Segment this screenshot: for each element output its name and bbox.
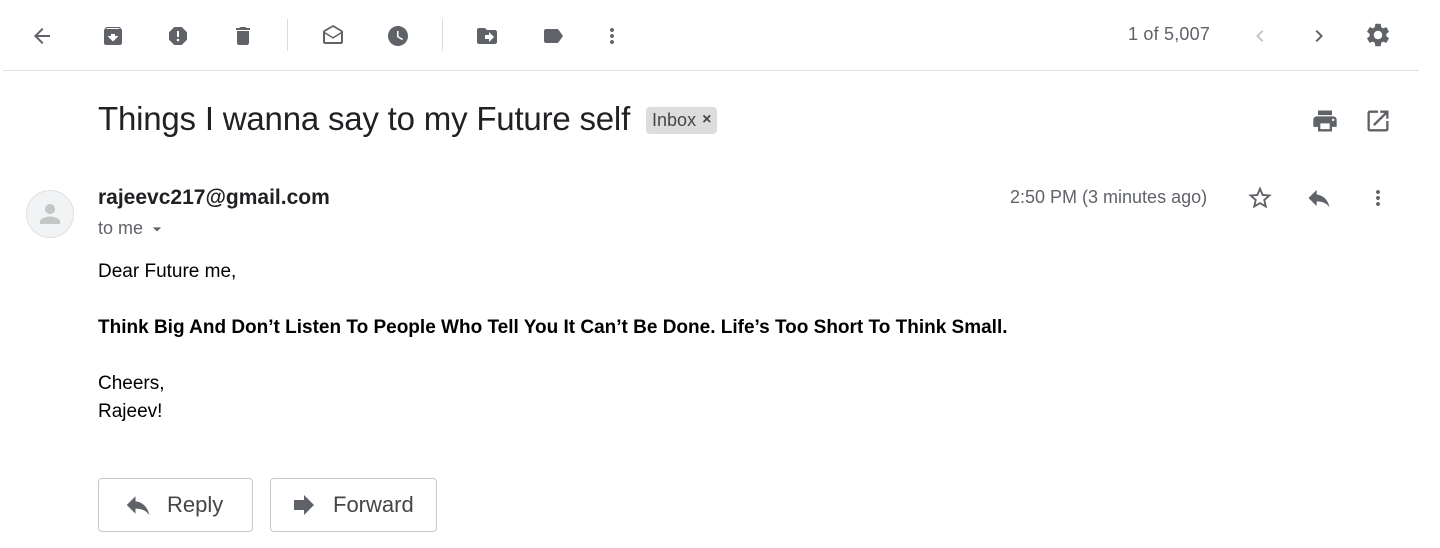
toolbar-divider xyxy=(442,19,443,51)
message-body: Dear Future me, Think Big And Don’t List… xyxy=(98,258,1008,426)
reply-button-label: Reply xyxy=(167,492,224,517)
newer-chevron-icon[interactable] xyxy=(1240,16,1280,56)
print-icon[interactable] xyxy=(1305,101,1345,141)
label-icon[interactable] xyxy=(533,16,573,56)
more-vert-icon[interactable] xyxy=(592,16,632,56)
star-icon[interactable] xyxy=(1240,178,1280,218)
mark-unread-icon[interactable] xyxy=(313,16,353,56)
sender-email[interactable]: rajeevc217@gmail.com xyxy=(98,186,330,210)
move-to-icon[interactable] xyxy=(467,16,507,56)
toolbar-divider xyxy=(287,19,288,51)
message-count: 1 of 5,007 xyxy=(1128,24,1211,44)
reply-icon xyxy=(126,496,150,515)
label-chip-text: Inbox xyxy=(652,109,697,130)
email-subject: Things I wanna say to my Future self xyxy=(98,100,631,137)
inbox-label-chip[interactable]: Inbox × xyxy=(646,106,718,134)
forward-button-label: Forward xyxy=(333,492,414,517)
message-timestamp: 2:50 PM (3 minutes ago) xyxy=(1010,187,1208,207)
sender-avatar[interactable] xyxy=(26,190,74,238)
greeting-text: Dear Future me, xyxy=(98,261,237,282)
closing-text: Cheers, xyxy=(98,373,165,394)
forward-icon xyxy=(294,495,314,515)
reply-arrow-icon[interactable] xyxy=(1299,178,1339,218)
caret-down-icon xyxy=(152,226,162,231)
message-more-vert-icon[interactable] xyxy=(1358,178,1398,218)
remove-label-icon[interactable]: × xyxy=(702,111,711,129)
quote-text: Think Big And Don’t Listen To People Who… xyxy=(98,317,1008,338)
forward-button[interactable]: Forward xyxy=(270,478,437,532)
back-arrow-icon[interactable] xyxy=(22,16,62,56)
delete-icon[interactable] xyxy=(223,16,263,56)
person-icon xyxy=(40,204,60,224)
settings-gear-icon[interactable] xyxy=(1358,15,1398,55)
recipient-text: to me xyxy=(98,218,144,238)
archive-icon[interactable] xyxy=(93,16,133,56)
snooze-icon[interactable] xyxy=(378,16,418,56)
subject-row: Things I wanna say to my Future self Inb… xyxy=(98,100,718,138)
reply-button[interactable]: Reply xyxy=(98,478,253,532)
recipient-details-toggle[interactable]: to me xyxy=(98,218,167,239)
report-spam-icon[interactable] xyxy=(158,16,198,56)
open-in-new-window-icon[interactable] xyxy=(1358,101,1398,141)
signature-text: Rajeev! xyxy=(98,401,163,422)
toolbar-separator xyxy=(3,70,1419,71)
older-chevron-icon[interactable] xyxy=(1299,16,1339,56)
